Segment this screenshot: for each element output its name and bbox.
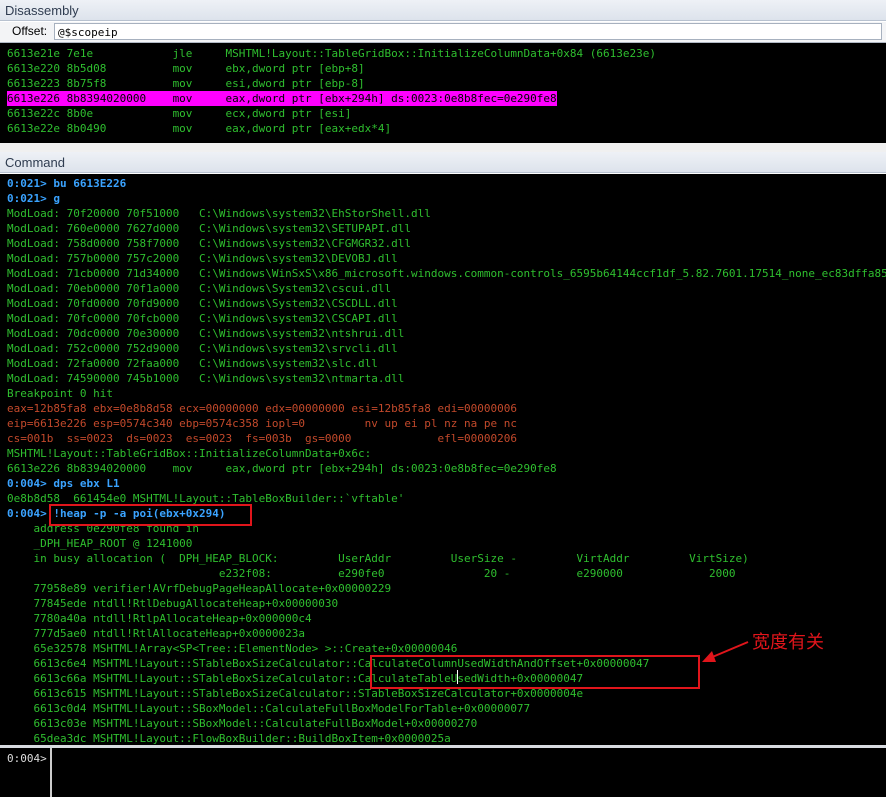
offset-bar: Offset: @$scopeip	[0, 22, 886, 43]
output-line: in busy allocation ( DPH_HEAP_BLOCK: Use…	[7, 552, 749, 565]
output-line: 65e32578 MSHTML!Array<SP<Tree::ElementNo…	[7, 642, 458, 655]
command-pane-title: Command	[0, 152, 886, 173]
output-line: _DPH_HEAP_ROOT @ 1241000	[7, 537, 193, 550]
text-caret	[457, 670, 458, 684]
disassembly-current-line[interactable]: 6613e226 8b8394020000 mov eax,dword ptr …	[7, 91, 557, 106]
disassembly-line[interactable]: 6613e21e 7e1e jle MSHTML!Layout::TableGr…	[7, 46, 656, 61]
command-prompt-line: 0:004> dps ebx L1	[7, 477, 120, 490]
output-line: ModLoad: 70eb0000 70f1a000 C:\Windows\Sy…	[7, 282, 392, 295]
output-line: ModLoad: 71cb0000 71d34000 C:\Windows\Wi…	[7, 267, 886, 280]
output-line: 6613c0d4 MSHTML!Layout::SBoxModel::Calcu…	[7, 702, 531, 715]
disassembly-line[interactable]: 6613e22e 8b0490 mov eax,dword ptr [eax+e…	[7, 121, 391, 136]
register-line: eax=12b85fa8 ebx=0e8b8d58 ecx=00000000 e…	[7, 402, 517, 415]
output-line: ModLoad: 758d0000 758f7000 C:\Windows\sy…	[7, 237, 411, 250]
output-line: ModLoad: 70fd0000 70fd9000 C:\Windows\Sy…	[7, 297, 398, 310]
output-line: ModLoad: 70f20000 70f51000 C:\Windows\sy…	[7, 207, 431, 220]
output-line: 65dea3dc MSHTML!Layout::FlowBoxBuilder::…	[7, 732, 451, 745]
disassembly-line[interactable]: 6613e220 8b5d08 mov ebx,dword ptr [ebp+8…	[7, 61, 365, 76]
output-line: 7780a40a ntdll!RtlpAllocateHeap+0x000000…	[7, 612, 312, 625]
command-prompt-line: 0:021> bu 6613E226	[7, 177, 127, 190]
output-line: e232f08: e290fe0 20 - e290000 2000	[7, 567, 736, 580]
offset-label: Offset:	[12, 24, 48, 38]
input-prompt: 0:004>	[7, 752, 47, 765]
output-line: ModLoad: 752c0000 752d9000 C:\Windows\sy…	[7, 342, 398, 355]
output-line: ModLoad: 70dc0000 70e30000 C:\Windows\sy…	[7, 327, 405, 340]
annotation-box-width-functions	[370, 655, 700, 689]
output-line: 777d5ae0 ntdll!RtlAllocateHeap+0x0000023…	[7, 627, 306, 640]
output-line: 6613c03e MSHTML!Layout::SBoxModel::Calcu…	[7, 717, 478, 730]
output-line: 6613e226 8b8394020000 mov eax,dword ptr …	[7, 462, 557, 475]
disassembly-view[interactable]: 6613e21e 7e1e jle MSHTML!Layout::TableGr…	[0, 43, 886, 143]
output-line: Breakpoint 0 hit	[7, 387, 113, 400]
annotation-label: 宽度有关	[752, 632, 824, 653]
register-line: cs=001b ss=0023 ds=0023 es=0023 fs=003b …	[7, 432, 517, 445]
output-line: 77845ede ntdll!RtlDebugAllocateHeap+0x00…	[7, 597, 339, 610]
output-line: ModLoad: 74590000 745b1000 C:\Windows\sy…	[7, 372, 405, 385]
output-line: 77958e89 verifier!AVrfDebugPageHeapAlloc…	[7, 582, 392, 595]
output-line: ModLoad: 757b0000 757c2000 C:\Windows\sy…	[7, 252, 398, 265]
output-line: MSHTML!Layout::TableGridBox::InitializeC…	[7, 447, 372, 460]
command-prompt-line: 0:021> g	[7, 192, 60, 205]
offset-input[interactable]: @$scopeip	[54, 23, 882, 40]
register-line: eip=6613e226 esp=0574c340 ebp=0574c358 i…	[7, 417, 517, 430]
output-line: ModLoad: 70fc0000 70fcb000 C:\Windows\sy…	[7, 312, 398, 325]
command-input-area[interactable]: 0:004>	[0, 748, 886, 797]
output-line: ModLoad: 72fa0000 72faa000 C:\Windows\sy…	[7, 357, 378, 370]
input-divider	[50, 748, 52, 797]
disassembly-line[interactable]: 6613e223 8b75f8 mov esi,dword ptr [ebp-8…	[7, 76, 365, 91]
pane-splitter[interactable]	[0, 143, 886, 152]
output-line: ModLoad: 760e0000 7627d000 C:\Windows\sy…	[7, 222, 411, 235]
annotation-arrow-icon	[702, 641, 749, 662]
disassembly-pane-title: Disassembly	[0, 0, 886, 21]
annotation-box-heap-command	[49, 504, 252, 526]
disassembly-line[interactable]: 6613e22c 8b0e mov ecx,dword ptr [esi]	[7, 106, 351, 121]
